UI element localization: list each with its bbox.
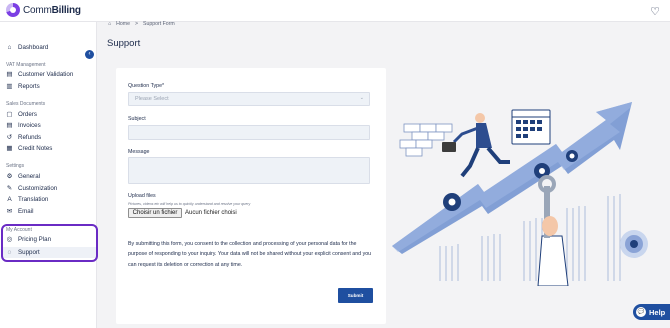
file-status-text: Aucun fichier choisi (185, 210, 237, 216)
message-label: Message (128, 149, 150, 155)
subject-label: Subject (128, 116, 146, 122)
breadcrumb: ⌂ Home > Support Form (108, 21, 180, 27)
sidebar-item-label: Dashboard (18, 44, 49, 51)
sidebar-item-label: Customer Validation (18, 71, 74, 78)
chevron-down-icon: ⌄ (359, 95, 364, 101)
sidebar-item-label: Invoices (18, 122, 41, 129)
invoice-icon: ▤ (6, 122, 13, 129)
sidebar-item-label: Orders (18, 111, 37, 118)
sidebar-item-general[interactable]: ⚙ General (6, 172, 40, 181)
heart-outline-icon[interactable]: ♡ (650, 5, 660, 18)
question-type-label: Question Type* (128, 83, 165, 89)
submit-button[interactable]: Submit (338, 288, 373, 303)
sidebar-item-label: Translation (18, 196, 49, 203)
message-textarea[interactable] (128, 157, 370, 184)
home-icon[interactable]: ⌂ (108, 21, 111, 27)
choose-file-button[interactable]: Choisir un fichier (128, 208, 182, 218)
breadcrumb-current: Support Form (143, 21, 175, 27)
edit-icon: ✎ (6, 185, 13, 192)
consent-text: By submitting this form, you consent to … (128, 241, 372, 268)
subject-input[interactable] (128, 125, 370, 140)
sidebar-item-label: General (18, 173, 41, 180)
note-icon: ▦ (6, 145, 13, 152)
page-title: Support (107, 38, 141, 49)
sidebar-item-refunds[interactable]: ↺ Refunds (6, 133, 41, 142)
sidebar-item-label: Customization (18, 185, 58, 192)
sidebar-item-label: Reports (18, 83, 40, 90)
home-icon: ⌂ (7, 44, 12, 51)
sidebar-item-email[interactable]: ✉ Email (6, 207, 34, 216)
sidebar-item-customer-validation[interactable]: ▤ Customer Validation (6, 70, 73, 79)
sidebar-item-orders[interactable]: ▢ Orders (6, 110, 37, 119)
translate-icon: A (7, 196, 12, 203)
support-form: Question Type* Please Select ⌄ Subject M… (116, 68, 386, 324)
logo-icon (6, 3, 20, 17)
box-icon: ▢ (6, 111, 13, 118)
sidebar-item-customization[interactable]: ✎ Customization (6, 184, 57, 193)
growth-illustration (392, 102, 648, 286)
upload-hint: Pictures, videos etc will help us to qui… (128, 202, 251, 206)
sidebar-item-label: Credit Notes (18, 145, 53, 152)
refund-icon: ↺ (6, 134, 13, 141)
chat-bubble-icon: 💬 (636, 307, 646, 317)
upload-label: Upload files (128, 193, 156, 199)
collapse-sidebar-button[interactable]: ‹ (85, 50, 94, 59)
sidebar-item-invoices[interactable]: ▤ Invoices (6, 121, 41, 130)
sidebar-item-label: Refunds (18, 134, 42, 141)
breadcrumb-separator: > (134, 21, 139, 27)
clipboard-icon: ▤ (6, 71, 13, 78)
breadcrumb-home[interactable]: Home (116, 21, 130, 27)
sidebar-item-reports[interactable]: ▥ Reports (6, 82, 40, 91)
mail-icon: ✉ (6, 208, 13, 215)
document-icon: ▥ (6, 83, 13, 90)
sidebar-item-label: Email (18, 208, 34, 215)
gear-icon: ⚙ (6, 173, 13, 180)
question-type-select[interactable]: Please Select ⌄ (128, 92, 370, 106)
help-label: Help (649, 307, 666, 317)
sidebar-item-credit-notes[interactable]: ▦ Credit Notes (6, 144, 52, 153)
help-button[interactable]: 💬 Help (633, 304, 670, 320)
app-logo[interactable]: CommBilling (6, 3, 81, 17)
sidebar-item-translation[interactable]: A Translation (6, 195, 48, 204)
account-section-highlight (1, 224, 98, 262)
logo-text: CommBilling (23, 4, 81, 16)
top-bar: CommBilling ♡ (0, 0, 670, 22)
section-label-vat: VAT Management (6, 62, 46, 68)
question-type-placeholder: Please Select (135, 96, 169, 102)
section-label-settings: Settings (6, 163, 25, 169)
section-label-sales: Sales Documents (6, 101, 46, 107)
sidebar-item-dashboard[interactable]: ⌂ Dashboard (6, 43, 49, 52)
